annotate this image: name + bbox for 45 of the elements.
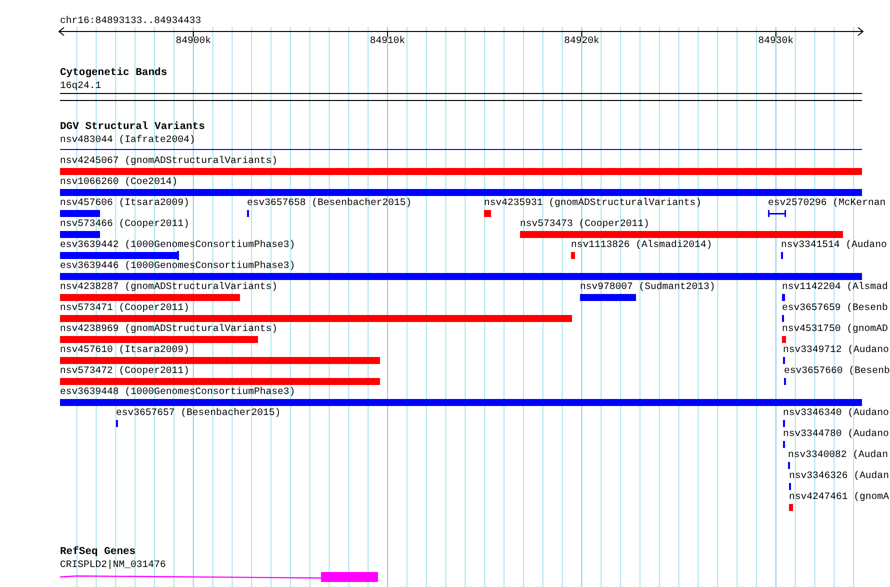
variant-label: esv2570296 (McKernan [768, 198, 886, 208]
variant-label: nsv573473 (Cooper2011) [520, 219, 650, 229]
variant-label: nsv4235931 (gnomADStructuralVariants) [484, 198, 702, 208]
tick-label: 84930k [758, 36, 794, 46]
tick-label: 84910k [370, 36, 406, 46]
location-label: chr16:84893133..84934433 [60, 16, 202, 26]
variant-label: nsv4238969 (gnomADStructuralVariants) [60, 324, 278, 334]
variant-label: esv3657660 (Besenb [784, 366, 890, 376]
variant-label: nsv3341514 (Audano [781, 240, 887, 250]
variant-label: nsv1142204 (Alsmad [782, 282, 888, 292]
variant-label: nsv483044 (Iafrate2004) [60, 135, 196, 145]
gene-label: CRISPLD2|NM_031476 [60, 560, 166, 570]
variant-label: nsv3340082 (Audan [788, 450, 888, 460]
variant-label: esv3639442 (1000GenomesConsortiumPhase3) [60, 240, 296, 250]
variant-label: nsv457610 (Itsara2009) [60, 345, 190, 355]
variant-label: nsv4531750 (gnomAD [782, 324, 888, 334]
variant-label: esv3657658 (Besenbacher2015) [247, 198, 412, 208]
variant-label: nsv573472 (Cooper2011) [60, 366, 190, 376]
variant-label: nsv3349712 (Audano [783, 345, 889, 355]
variant-interval[interactable] [768, 210, 786, 217]
variant-label: nsv3346340 (Audano [783, 408, 889, 418]
tick-label: 84900k [176, 36, 211, 46]
variant-label: nsv3344780 (Audano [783, 429, 889, 439]
variant-line[interactable] [60, 149, 862, 150]
variant-label: nsv457606 (Itsara2009) [60, 198, 190, 208]
gene-model-drawing[interactable] [60, 571, 378, 582]
variant-label: nsv4245067 (gnomADStructuralVariants) [60, 156, 278, 166]
variant-label: nsv1113826 (Alsmadi2014) [571, 240, 712, 250]
variant-label: nsv978007 (Sudmant2013) [580, 282, 716, 292]
track-title: DGV Structural Variants [60, 122, 205, 132]
variant-label: nsv573471 (Cooper2011) [60, 303, 190, 313]
track-title: Cytogenetic Bands [60, 68, 168, 78]
variant-label: nsv573466 (Cooper2011) [60, 219, 190, 229]
variant-label: nsv4247461 (gnomA [789, 492, 889, 502]
tick-label: 84920k [564, 36, 600, 46]
variant-bar[interactable] [60, 251, 179, 260]
variant-label: esv3657659 (Besenb [782, 303, 888, 313]
variant-label: nsv4238287 (gnomADStructuralVariants) [60, 282, 278, 292]
variant-label: esv3639448 (1000GenomesConsortiumPhase3) [60, 387, 296, 397]
variant-label: nsv1066260 (Coe2014) [60, 177, 178, 187]
variant-label: nsv3346326 (Audan [789, 471, 889, 481]
variant-label: esv3639446 (1000GenomesConsortiumPhase3) [60, 261, 296, 271]
track-title: RefSeq Genes [60, 547, 136, 558]
band-label: 16q24.1 [60, 81, 102, 91]
variant-label: esv3657657 (Besenbacher2015) [116, 408, 281, 418]
